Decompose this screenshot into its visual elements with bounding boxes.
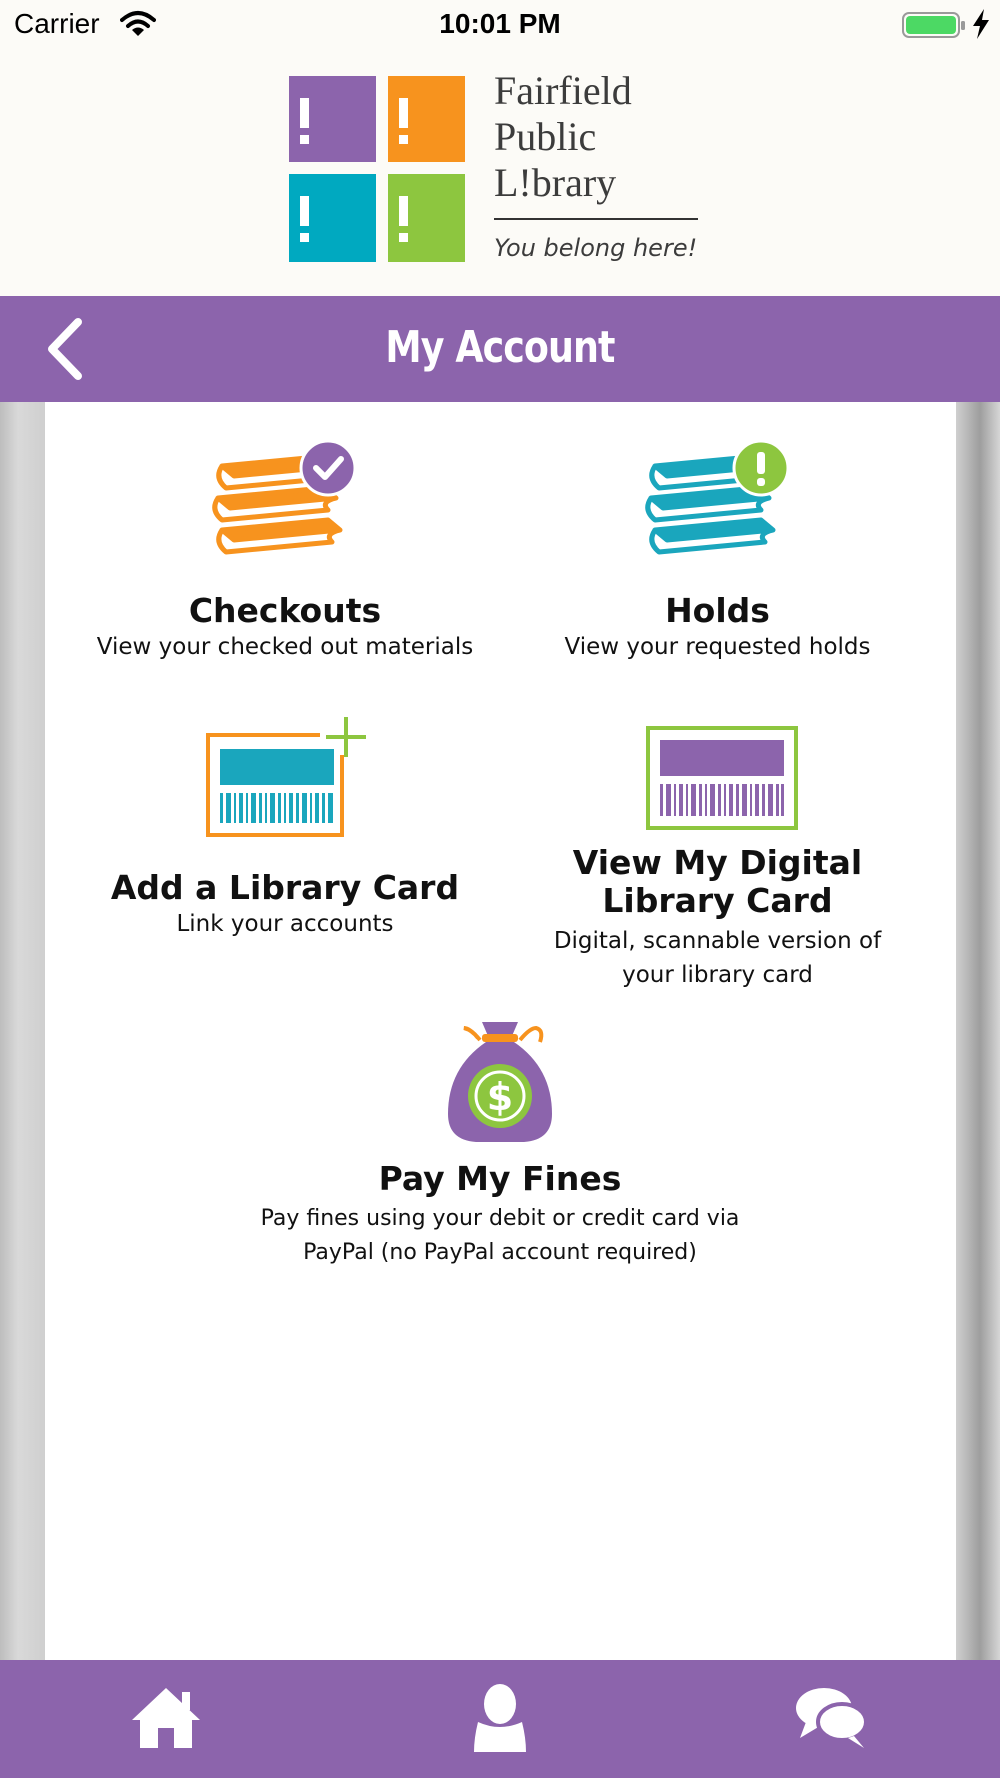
books-alert-icon	[644, 440, 789, 555]
checkouts-tile[interactable]: Checkouts View your checked out material…	[60, 440, 510, 664]
barcode-card-icon	[645, 726, 798, 830]
bottom-tab-bar	[0, 1660, 1000, 1778]
pay-fines-subtitle-line2: PayPal (no PayPal account required)	[303, 1240, 697, 1265]
digital-library-card-tile[interactable]: View My Digital Library Card Digital, sc…	[495, 720, 940, 992]
pay-fines-title: Pay My Fines	[378, 1159, 622, 1198]
library-name: Fairfield Public L!brary	[494, 68, 632, 206]
add-library-card-subtitle: Link your accounts	[176, 911, 394, 937]
battery-icon	[902, 12, 965, 38]
holds-subtitle: View your requested holds	[564, 634, 871, 660]
status-bar: Carrier 10:01 PM	[0, 0, 1000, 50]
books-check-icon	[212, 440, 357, 555]
card-add-icon	[206, 717, 366, 837]
pay-fines-subtitle-line1: Pay fines using your debit or credit car…	[260, 1206, 740, 1231]
library-name-line3: L!brary	[494, 160, 617, 205]
digital-library-card-title-line1: View My Digital	[572, 843, 863, 882]
checkouts-title: Checkouts	[188, 591, 382, 630]
add-library-card-title: Add a Library Card	[110, 868, 460, 907]
money-bag-icon: $	[448, 1022, 552, 1142]
library-tagline: You belong here!	[494, 234, 698, 262]
charging-icon	[973, 9, 989, 39]
home-icon[interactable]	[126, 1682, 206, 1752]
digital-library-card-subtitle-line2: your library card	[622, 962, 813, 988]
holds-title: Holds	[665, 591, 770, 630]
chat-icon[interactable]	[792, 1682, 872, 1752]
library-logo-icon	[289, 76, 465, 262]
nav-header: My Account	[0, 296, 1000, 402]
page-title: My Account	[385, 322, 615, 373]
clock: 10:01 PM	[439, 8, 561, 39]
holds-tile[interactable]: Holds View your requested holds	[495, 440, 940, 664]
library-name-line1: Fairfield	[494, 68, 632, 113]
user-icon[interactable]	[460, 1682, 540, 1752]
digital-library-card-title-line2: Library Card	[602, 881, 833, 920]
library-name-line2: Public	[494, 114, 597, 159]
library-logo-banner: Fairfield Public L!brary You belong here…	[0, 50, 1000, 296]
logo-divider	[494, 218, 698, 220]
svg-text:$: $	[487, 1075, 513, 1119]
checkouts-subtitle: View your checked out materials	[96, 634, 474, 660]
add-library-card-tile[interactable]: Add a Library Card Link your accounts	[60, 715, 510, 941]
digital-library-card-subtitle-line1: Digital, scannable version of	[553, 928, 882, 954]
pay-fines-tile[interactable]: $ Pay My Fines Pay fines using your debi…	[200, 1018, 800, 1270]
